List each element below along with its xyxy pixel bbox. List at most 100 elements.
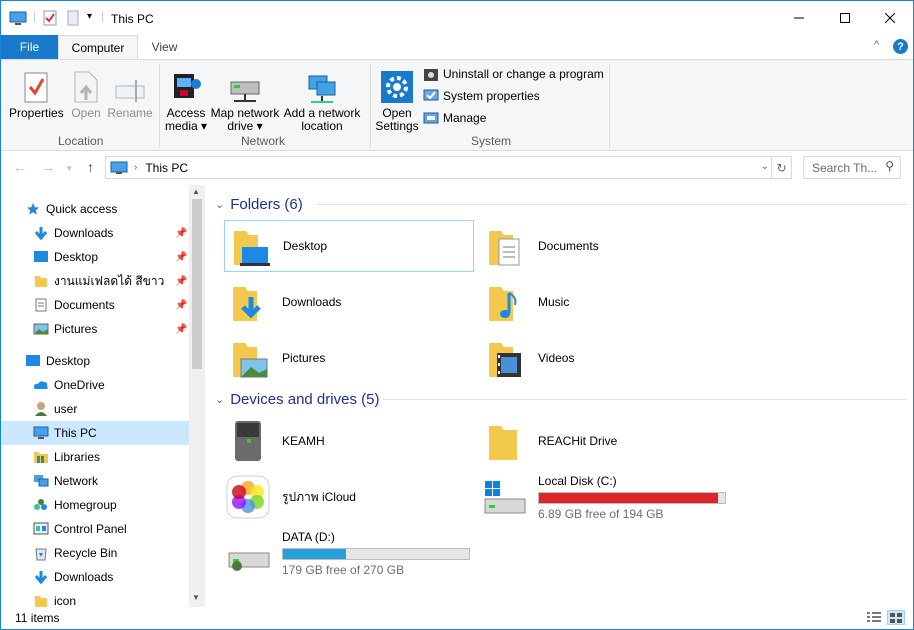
pin-icon[interactable]: 📌: [175, 300, 187, 311]
sidebar-item[interactable]: Pictures 📌: [1, 317, 189, 341]
close-button[interactable]: [867, 1, 913, 35]
star-icon: [25, 201, 41, 217]
breadcrumb[interactable]: This PC: [145, 161, 188, 175]
drive-data-d[interactable]: DATA (D:) 179 GB free of 270 GB: [224, 527, 474, 579]
sidebar-item-label: งานแม่เฟลดได้ สีขาว: [54, 273, 165, 288]
breadcrumb-chevron-icon[interactable]: ›: [134, 162, 137, 173]
refresh-icon[interactable]: ↻: [771, 157, 791, 178]
tab-computer[interactable]: Computer: [58, 35, 138, 60]
address-dropdown-icon[interactable]: ⌄: [761, 161, 769, 172]
sidebar-item[interactable]: Downloads: [1, 565, 189, 589]
sidebar-item[interactable]: งานแม่เฟลดได้ สีขาว 📌: [1, 269, 189, 293]
sidebar-item[interactable]: Desktop: [1, 349, 189, 373]
scroll-up-icon[interactable]: ▲: [192, 187, 200, 196]
folder-documents[interactable]: Documents: [480, 220, 730, 272]
device-label: KEAMH: [282, 434, 325, 448]
collapse-chevron-icon[interactable]: ⌄: [215, 198, 224, 211]
computer-icon: [9, 10, 27, 26]
sidebar-item[interactable]: Desktop 📌: [1, 245, 189, 269]
open-settings-button[interactable]: Open Settings: [374, 64, 420, 133]
group-separator: [609, 64, 610, 148]
folder-label: Documents: [538, 239, 599, 253]
new-folder-qat-icon[interactable]: [67, 10, 79, 26]
collapse-ribbon-icon[interactable]: ^: [874, 39, 879, 51]
address-bar[interactable]: › This PC ⌄ ↻: [105, 156, 792, 179]
folder-music[interactable]: Music: [480, 276, 730, 328]
sidebar-item[interactable]: OneDrive: [1, 373, 189, 397]
system-properties-button[interactable]: System properties: [423, 86, 540, 106]
documents-folder-icon: [480, 222, 528, 270]
sidebar-item[interactable]: Libraries: [1, 445, 189, 469]
pin-icon[interactable]: 📌: [175, 276, 187, 287]
sidebar-item[interactable]: Homegroup: [1, 493, 189, 517]
folder-label: Desktop: [283, 239, 328, 253]
uninstall-program-button[interactable]: Uninstall or change a program: [423, 64, 604, 84]
sidebar-item[interactable]: Quick access: [1, 197, 189, 221]
sidebar-item[interactable]: Downloads 📌: [1, 221, 189, 245]
uninstall-label: Uninstall or change a program: [443, 67, 604, 81]
phone-device-icon: [224, 417, 272, 465]
folder-label: Videos: [538, 351, 575, 365]
folders-section-header[interactable]: ⌄ Folders (6): [215, 193, 303, 215]
sidebar-item[interactable]: Recycle Bin: [1, 541, 189, 565]
help-icon[interactable]: ?: [893, 39, 908, 54]
tab-view[interactable]: View: [138, 35, 191, 59]
scroll-down-icon[interactable]: ▼: [192, 593, 200, 602]
maximize-button[interactable]: [822, 1, 868, 35]
qat-dropdown-icon[interactable]: ▾: [87, 11, 92, 27]
details-view-icon[interactable]: [867, 611, 881, 626]
folder-desktop[interactable]: Desktop: [224, 220, 474, 272]
pin-icon[interactable]: 📌: [175, 252, 187, 263]
tab-file[interactable]: File: [1, 35, 58, 59]
manage-button[interactable]: Manage: [423, 108, 486, 128]
access-media-button[interactable]: Access media ▾: [163, 64, 209, 133]
sidebar-item[interactable]: Control Panel: [1, 517, 189, 541]
drive-label: Local Disk (C:): [538, 473, 617, 488]
system-properties-label: System properties: [443, 89, 540, 103]
devices-section-header[interactable]: ⌄ Devices and drives (5): [215, 388, 379, 410]
back-arrow-icon[interactable]: ←: [13, 159, 27, 175]
pin-icon[interactable]: 📌: [175, 228, 187, 239]
sidebar-scrollbar[interactable]: ▲ ▼: [189, 185, 205, 607]
map-network-drive-button[interactable]: Map network drive ▾: [209, 64, 281, 133]
rename-button[interactable]: Rename: [107, 64, 153, 120]
search-icon[interactable]: ⚲: [885, 159, 894, 173]
sidebar-item[interactable]: user: [1, 397, 189, 421]
open-button[interactable]: Open: [69, 64, 103, 120]
device-icloud-photos[interactable]: รูปภาพ iCloud: [224, 471, 474, 523]
scroll-thumb[interactable]: [192, 199, 202, 369]
sidebar-item-label: icon: [54, 594, 77, 608]
properties-qat-icon[interactable]: [43, 10, 57, 26]
add-network-location-label: Add a network location: [283, 106, 361, 133]
sidebar-item[interactable]: Network: [1, 469, 189, 493]
sidebar-item-label: Downloads: [54, 226, 114, 240]
recent-locations-icon[interactable]: ▾: [67, 163, 72, 174]
folder-videos[interactable]: Videos: [480, 332, 730, 384]
open-icon: [69, 64, 103, 104]
sidebar-item[interactable]: Documents 📌: [1, 293, 189, 317]
device-reachit[interactable]: REACHit Drive: [480, 415, 730, 467]
status-bar: 11 items: [1, 607, 913, 629]
videos-folder-icon: [480, 334, 528, 382]
forward-arrow-icon[interactable]: →: [41, 159, 55, 175]
desktop-folder-icon: [225, 222, 273, 270]
properties-button[interactable]: Properties: [9, 64, 64, 120]
system-group-label: System: [471, 134, 512, 148]
drive-usage-bar: [538, 491, 726, 504]
device-keamh[interactable]: KEAMH: [224, 415, 474, 467]
cloud-icon: [33, 377, 49, 393]
folder-downloads[interactable]: Downloads: [224, 276, 474, 328]
sidebar-item-label: Desktop: [46, 354, 91, 368]
sidebar-item-label: Homegroup: [54, 498, 117, 512]
collapse-chevron-icon[interactable]: ⌄: [215, 393, 224, 406]
add-network-location-button[interactable]: Add a network location: [283, 64, 361, 133]
folder-pictures[interactable]: Pictures: [224, 332, 474, 384]
sidebar-item[interactable]: This PC: [1, 421, 189, 445]
tiles-view-icon[interactable]: [887, 610, 905, 625]
pin-icon[interactable]: 📌: [175, 324, 187, 335]
minimize-button[interactable]: [776, 1, 822, 35]
search-input[interactable]: Search Th... ⚲: [803, 156, 901, 179]
drive-local-c[interactable]: Local Disk (C:) 6.89 GB free of 194 GB: [480, 471, 730, 523]
navigation-pane: Quick access Downloads 📌 Desktop 📌 งานแม่เฟลด…: [1, 185, 205, 608]
up-arrow-icon[interactable]: ↑: [87, 159, 94, 175]
